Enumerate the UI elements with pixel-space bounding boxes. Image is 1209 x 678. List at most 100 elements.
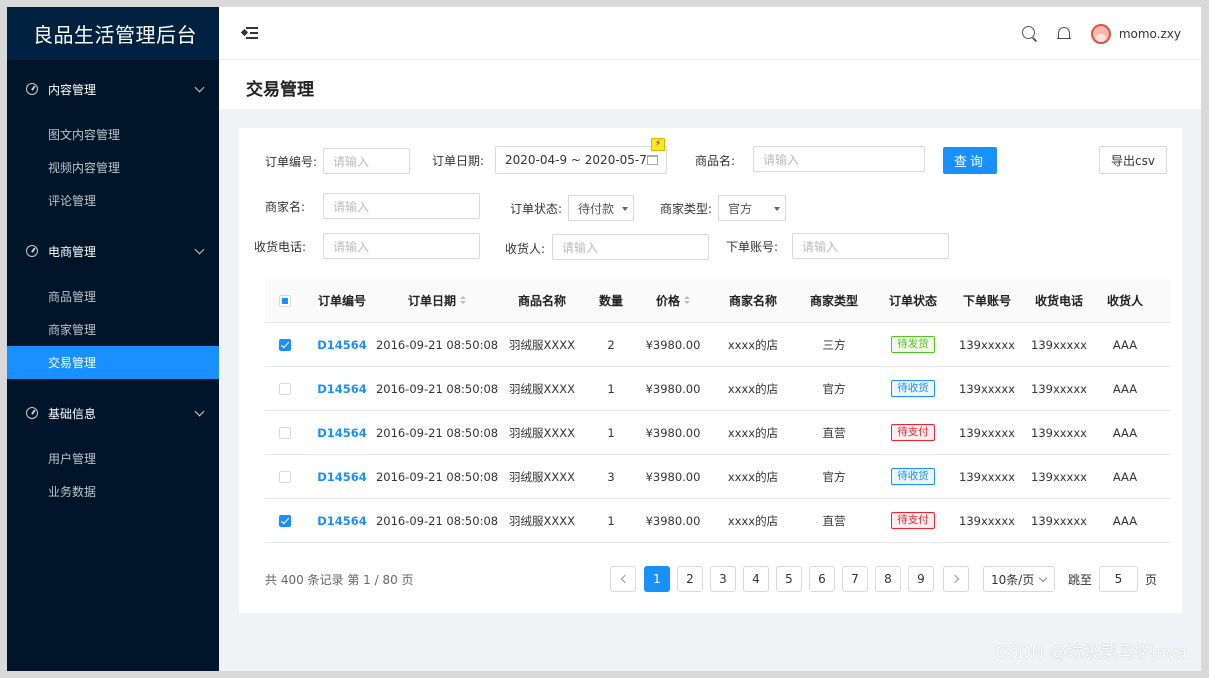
cell-date: 2016-09-21 08:50:08 [376,499,498,542]
cell-receiver: AAA [1100,367,1150,410]
sidebar-item[interactable]: 交易管理 [7,346,219,379]
pagination-summary: 共 400 条记录 第 1 / 80 页 [265,573,414,587]
page-button[interactable]: 3 [710,566,736,592]
jump-label: 跳至 [1068,573,1093,587]
phone-input[interactable]: 请输入 [323,233,480,259]
row-checkbox[interactable] [279,338,291,351]
table-row[interactable]: D14564 2016-09-21 08:50:08 羽绒服XXXX 1 ¥3980.0… [265,411,1171,455]
table-row[interactable]: D14564 2016-09-21 08:50:08 羽绒服XXXX 3 ¥3980.0… [265,455,1171,499]
cell-order-no: D14564 [307,499,377,542]
cell-qty: 2 [591,323,631,366]
order-status-select[interactable]: 待付款 [568,195,634,221]
merchant-type-label: 商家类型: [660,202,713,216]
search-icon[interactable] [1021,26,1037,41]
sidebar-item[interactable]: 商家管理 [7,313,219,346]
order-link[interactable]: D14564 [317,514,367,528]
select-all-checkbox[interactable] [279,294,291,307]
merchant-input[interactable]: 请输入 [323,193,480,219]
cell-text: 139xxxxx [1031,513,1087,528]
page-button[interactable]: 4 [743,566,769,592]
sort-icon[interactable] [460,296,466,305]
receiver-input[interactable]: 请输入 [552,234,709,260]
cell-date: 2016-09-21 08:50:08 [376,455,498,498]
table-row[interactable]: D14564 2016-09-21 08:50:08 羽绒服XXXX 2 ¥3980.0… [265,323,1171,367]
sidebar-group-1[interactable]: 电商管理 [7,222,219,280]
cell-text: ¥3980.00 [645,381,701,396]
avatar[interactable] [1090,23,1111,44]
cell-text: 羽绒服XXXX [508,513,575,528]
cell-receiver: AAA [1100,411,1150,454]
cell-text: 139xxxxx [959,469,1015,484]
cell-text: xxxx的店 [727,513,779,528]
order-link[interactable]: D14564 [317,470,367,484]
cell-text: 2016-09-21 08:50:08 [375,381,499,396]
order-link[interactable]: D14564 [317,426,367,440]
order-status-label: 订单状态: [510,202,563,216]
sidebar-group-label: 电商管理 [48,244,97,259]
export-csv-button[interactable]: 导出csv [1099,146,1167,174]
page-size-select[interactable]: 10条/页 [983,566,1055,592]
dashboard-icon [26,83,38,95]
cell-receiver: AAA [1100,499,1150,542]
table-header: 订单编号 订单日期 商品名称 数量 价格 商家名称 商家类型 订单状态 下单账号 收货电话 收货人 [265,279,1171,323]
column-header-label: 数量 [598,294,623,308]
username[interactable]: momo.zxy [1119,27,1181,41]
sidebar-item[interactable]: 用户管理 [7,442,219,475]
sidebar-group-2[interactable]: 基础信息 [7,384,219,442]
column-header: 商品名称 [497,279,587,322]
column-header-label: 商家名称 [728,294,777,308]
prev-page-button[interactable] [610,566,636,592]
cell-text: xxxx的店 [727,469,779,484]
table-row[interactable]: D14564 2016-09-21 08:50:08 羽绒服XXXX 1 ¥3980.0… [265,499,1171,543]
order-link[interactable]: D14564 [317,382,367,396]
sort-icon[interactable] [684,296,690,305]
cell-mtype: 三方 [804,323,864,366]
cell-text: 2016-09-21 08:50:08 [375,337,499,352]
table-row[interactable]: D14564 2016-09-21 08:50:08 羽绒服XXXX 1 ¥3980.0… [265,367,1171,411]
column-header: 订单编号 [307,279,377,322]
product-input[interactable]: 请输入 [753,146,925,172]
menu-fold-icon[interactable] [240,27,258,39]
page-button[interactable]: 7 [842,566,868,592]
sidebar-item[interactable]: 视频内容管理 [7,151,219,184]
sidebar-item[interactable]: 商品管理 [7,280,219,313]
order-link[interactable]: D14564 [317,338,367,352]
cell-price: ¥3980.00 [643,455,703,498]
page-button[interactable]: 9 [908,566,934,592]
order-date-range-picker[interactable]: 2020-04-9 ~ 2020-05-7 [495,146,667,174]
bell-icon[interactable] [1056,26,1071,42]
cell-order-no: D14564 [307,323,377,366]
row-checkbox[interactable] [279,514,291,527]
page-button[interactable]: 5 [776,566,802,592]
sidebar-item[interactable]: 评论管理 [7,184,219,217]
page-button[interactable]: 8 [875,566,901,592]
cell-text: ¥3980.00 [645,513,701,528]
column-header: 商家名称 [718,279,788,322]
cell-mtype: 直营 [804,411,864,454]
account-label: 下单账号: [726,240,779,254]
column-header-label: 订单状态 [888,294,937,308]
page-button[interactable]: 1 [644,566,670,592]
merchant-type-select[interactable]: 官方 [718,195,786,221]
order-no-input[interactable]: 请输入 [323,148,410,174]
cell-text: 直营 [822,425,846,440]
sidebar-group-0[interactable]: 内容管理 [7,60,219,118]
page-button[interactable]: 2 [677,566,703,592]
next-page-button[interactable] [943,566,969,592]
dashboard-icon [26,407,38,419]
row-checkbox[interactable] [279,382,291,395]
lightning-icon: ⚡ [651,138,665,151]
row-checkbox[interactable] [279,426,291,439]
cell-text: 羽绒服XXXX [508,425,575,440]
query-button[interactable]: 查询 [943,147,997,174]
sidebar-item[interactable]: 业务数据 [7,475,219,508]
row-checkbox[interactable] [279,470,291,483]
cell-text: 1 [607,381,615,396]
jump-page-input[interactable]: 5 [1099,566,1138,592]
cell-merchant: xxxx的店 [718,411,788,454]
cell-account: 139xxxxx [957,367,1017,410]
cell-mtype: 官方 [804,367,864,410]
page-button[interactable]: 6 [809,566,835,592]
sidebar-item[interactable]: 图文内容管理 [7,118,219,151]
account-input[interactable]: 请输入 [792,233,949,259]
